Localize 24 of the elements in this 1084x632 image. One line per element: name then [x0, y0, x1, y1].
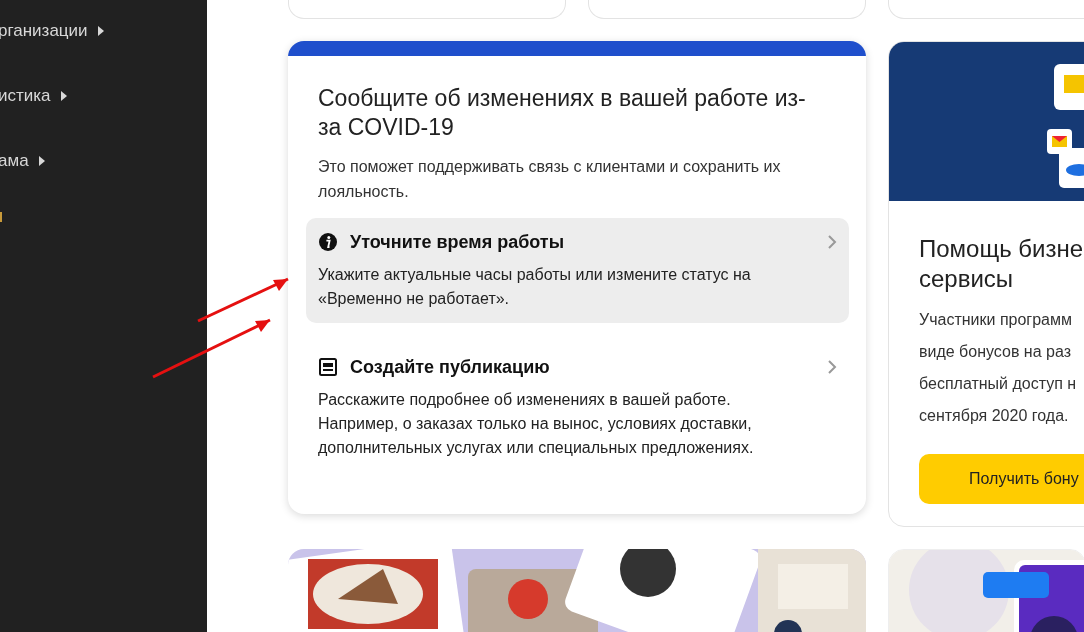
card-title: Помощь бизне: [919, 234, 1084, 264]
action-description: Расскажите подробнее об изменениях в вашей работе. Например, о заказах только на вынос, условиях доставки, дополнительных услугах или специальных предложениях.: [318, 390, 755, 458]
action-description: Укажите актуальные часы работы или измените статус на «Временно не работает».: [318, 265, 752, 309]
card-description: Это поможет поддерживать связь с клиентами и сохранить их лояльность.: [318, 157, 782, 202]
card-text: бесплатный доступ н: [919, 374, 1077, 394]
get-bonus-button[interactable]: Получить бону: [919, 454, 1084, 504]
action-item[interactable]: Уточните время работы Укажите актуальные часы работы или измените статус на «Временно не работает».: [306, 218, 849, 323]
card-text: виде бонусов на раз: [919, 342, 1071, 362]
card-text: Участники программ: [919, 310, 1072, 330]
action-title: Уточните время работы: [350, 231, 566, 253]
sidebar-marker: [0, 212, 2, 222]
document-icon: [318, 357, 338, 377]
chevron-icon: [827, 360, 837, 374]
card-title: Сообщите об изменениях в вашей работе из-за COVID-19: [318, 84, 807, 142]
action-item[interactable]: Создайте публикацию Расскажите подробнее об изменениях в вашей работе. Например, о заказах только на вынос, условиях доставки, дополнительных услугах или специальных предложениях.: [306, 343, 849, 472]
caret-icon: [38, 156, 45, 166]
caret-icon: [60, 91, 67, 101]
sidebar-item[interactable]: истика: [0, 86, 207, 106]
caret-icon: [97, 26, 104, 36]
action-title: Создайте публикацию: [350, 356, 551, 378]
card-text: сентября 2020 года.: [919, 406, 1069, 426]
chevron-icon: [827, 235, 837, 249]
card-title: сервисы: [919, 264, 1014, 294]
info-icon: [318, 232, 338, 252]
